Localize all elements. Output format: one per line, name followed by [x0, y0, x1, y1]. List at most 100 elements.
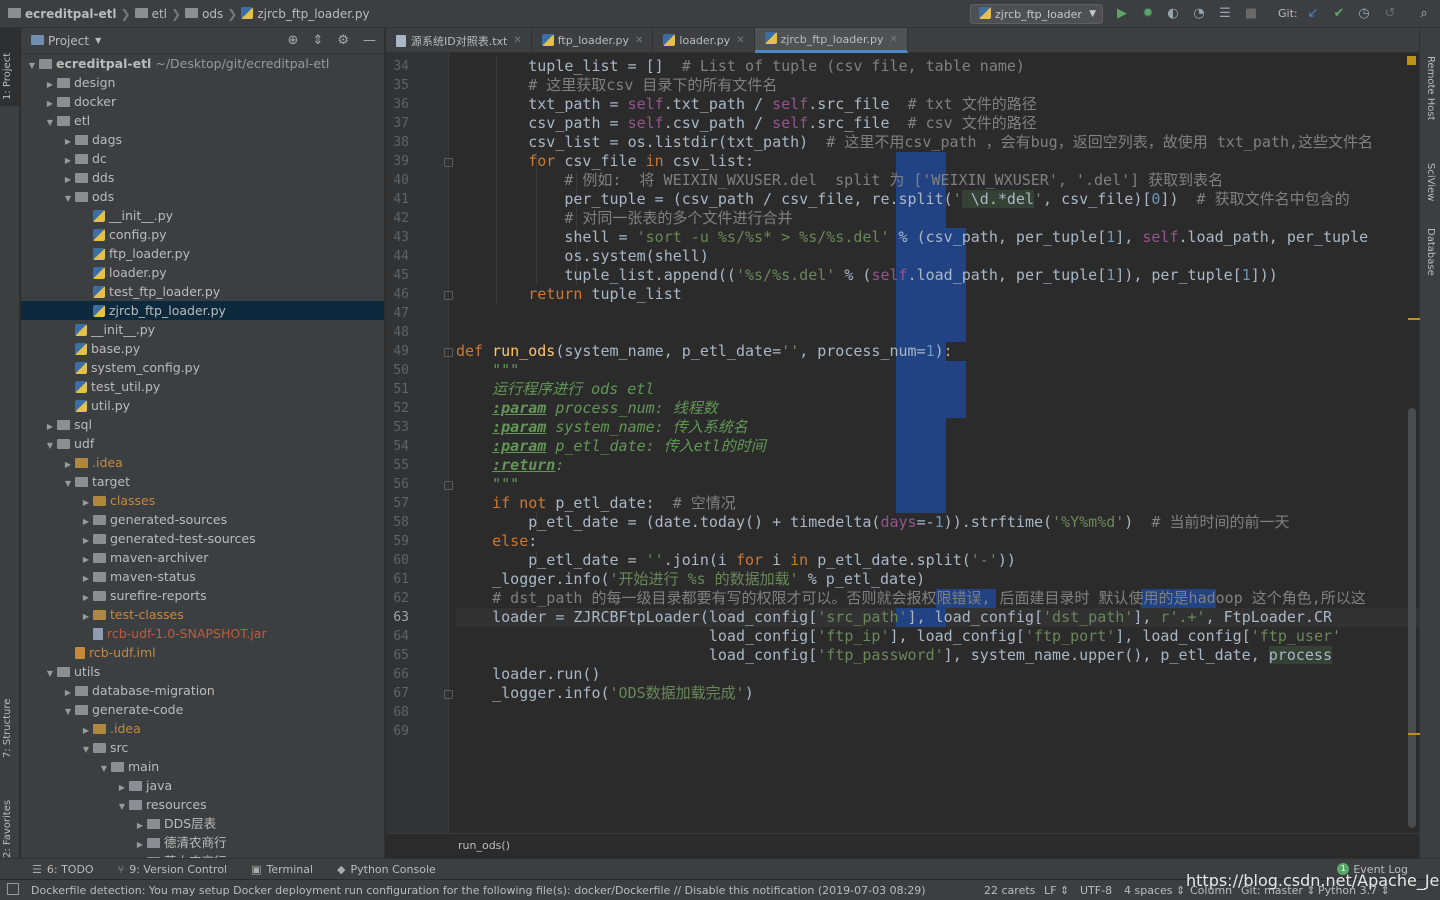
- tree-file[interactable]: rcb-udf-1.0-SNAPSHOT.jar: [21, 624, 384, 643]
- chevron-down-icon[interactable]: ▼: [95, 36, 101, 45]
- close-icon[interactable]: ✕: [635, 35, 643, 46]
- tree-folder[interactable]: ▶ dc: [21, 149, 384, 168]
- tool-tab-remote-host[interactable]: Remote Host: [1425, 56, 1436, 121]
- editor-tab[interactable]: ftp_loader.py ✕: [532, 28, 654, 53]
- concurrency-icon[interactable]: ☰: [1217, 6, 1233, 22]
- debug-icon[interactable]: ✹: [1140, 6, 1156, 22]
- hide-icon[interactable]: —: [363, 33, 376, 48]
- warning-marker[interactable]: [1408, 733, 1420, 735]
- fold-marker-icon[interactable]: [444, 291, 453, 300]
- locate-icon[interactable]: ⊕: [288, 33, 299, 48]
- stop-icon[interactable]: ■: [1243, 6, 1259, 22]
- bottom-tool-button[interactable]: ◆ Python Console: [337, 863, 436, 876]
- status-message[interactable]: Dockerfile detection: You may setup Dock…: [31, 884, 926, 897]
- tree-file[interactable]: loader.py: [21, 263, 384, 282]
- tree-folder[interactable]: ▼ src: [21, 738, 384, 757]
- fold-marker-icon[interactable]: [444, 348, 453, 357]
- close-icon[interactable]: ✕: [513, 35, 521, 46]
- file-encoding[interactable]: UTF-8: [1080, 884, 1112, 897]
- tree-file[interactable]: base.py: [21, 339, 384, 358]
- tree-folder[interactable]: ▼ generate-code: [21, 700, 384, 719]
- tree-folder[interactable]: ▶ test-classes: [21, 605, 384, 624]
- tool-tab-favorites[interactable]: 2: Favorites: [2, 800, 13, 858]
- tree-folder[interactable]: ▶ docker: [21, 92, 384, 111]
- tree-file[interactable]: rcb-udf.iml: [21, 643, 384, 662]
- vertical-scrollbar[interactable]: [1408, 408, 1416, 828]
- tree-folder[interactable]: ▶ maven-archiver: [21, 548, 384, 567]
- tree-file[interactable]: __init__.py: [21, 206, 384, 225]
- run-icon[interactable]: ▶: [1114, 6, 1130, 22]
- warning-marker[interactable]: [1408, 318, 1420, 320]
- collapse-all-icon[interactable]: ⇕: [312, 33, 323, 48]
- tool-tab-structure[interactable]: 7: Structure: [2, 699, 13, 758]
- tree-file[interactable]: system_config.py: [21, 358, 384, 377]
- tree-folder[interactable]: ▼ udf: [21, 434, 384, 453]
- editor-breadcrumb[interactable]: run_ods(): [386, 833, 1419, 858]
- breadcrumb-project[interactable]: ecreditpal-etl: [25, 7, 117, 21]
- git-history-icon[interactable]: ◷: [1356, 6, 1372, 22]
- tree-folder[interactable]: ▶ database-migration: [21, 681, 384, 700]
- search-icon[interactable]: ⌕: [1416, 6, 1432, 22]
- tree-file[interactable]: test_util.py: [21, 377, 384, 396]
- indent-setting[interactable]: 4 spaces ⇕: [1124, 884, 1185, 897]
- code-view[interactable]: tuple_list = [] # List of tuple (csv fil…: [456, 53, 1419, 833]
- tree-folder[interactable]: ▶ sql: [21, 415, 384, 434]
- tool-tab-database[interactable]: Database: [1425, 228, 1436, 276]
- tree-folder[interactable]: ▶ java: [21, 776, 384, 795]
- inspection-status-icon[interactable]: [1407, 56, 1416, 65]
- profile-icon[interactable]: ◔: [1191, 6, 1207, 22]
- tree-folder[interactable]: ▼ target: [21, 472, 384, 491]
- git-rollback-icon[interactable]: ↺: [1382, 6, 1398, 22]
- tool-tab-sciview[interactable]: SciView: [1425, 163, 1436, 201]
- code-token: run_ods: [492, 342, 556, 360]
- tree-folder[interactable]: ▶ maven-status: [21, 567, 384, 586]
- tree-folder[interactable]: ▶ classes: [21, 491, 384, 510]
- tree-folder[interactable]: ▼ utils: [21, 662, 384, 681]
- tree-folder[interactable]: ▶ generated-sources: [21, 510, 384, 529]
- breadcrumb-file[interactable]: zjrcb_ftp_loader.py: [257, 7, 369, 21]
- tree-file[interactable]: util.py: [21, 396, 384, 415]
- tree-folder[interactable]: ▶ .idea: [21, 719, 384, 738]
- close-icon[interactable]: ✕: [889, 34, 897, 45]
- tree-folder[interactable]: ▼ ods: [21, 187, 384, 206]
- tree-folder[interactable]: ▼ ecreditpal-etl ~/Desktop/git/ecreditpal-…: [21, 54, 384, 73]
- tree-folder[interactable]: ▶ generated-test-sources: [21, 529, 384, 548]
- tree-file[interactable]: zjrcb_ftp_loader.py: [21, 301, 384, 320]
- tree-file[interactable]: __init__.py: [21, 320, 384, 339]
- line-number: 40: [393, 173, 409, 188]
- tree-folder[interactable]: ▼ etl: [21, 111, 384, 130]
- tree-folder[interactable]: ▶ DDS层表: [21, 814, 384, 833]
- editor-tab[interactable]: zjrcb_ftp_loader.py ✕: [754, 28, 908, 53]
- bottom-tool-button[interactable]: ☰ 6: TODO: [32, 863, 94, 876]
- tree-file[interactable]: ftp_loader.py: [21, 244, 384, 263]
- coverage-icon[interactable]: ◐: [1165, 6, 1181, 22]
- tree-folder[interactable]: ▶ design: [21, 73, 384, 92]
- project-panel-title[interactable]: Project: [48, 34, 89, 48]
- gear-icon[interactable]: ⚙: [337, 33, 349, 48]
- fold-marker-icon[interactable]: [444, 481, 453, 490]
- git-commit-icon[interactable]: ✔: [1331, 6, 1347, 22]
- tool-tab-project[interactable]: 1: Project: [2, 53, 13, 100]
- fold-marker-icon[interactable]: [444, 158, 453, 167]
- editor-tab[interactable]: 源系统ID对照表.txt ✕: [386, 28, 532, 53]
- editor-tab[interactable]: loader.py ✕: [653, 28, 755, 53]
- bottom-tool-button[interactable]: ⑂ 9: Version Control: [118, 863, 228, 876]
- git-update-icon[interactable]: ↙: [1305, 6, 1321, 22]
- tree-folder[interactable]: ▶ dds: [21, 168, 384, 187]
- tree-folder[interactable]: ▶ dags: [21, 130, 384, 149]
- toggle-tool-windows-icon[interactable]: [7, 883, 19, 895]
- tree-file[interactable]: test_ftp_loader.py: [21, 282, 384, 301]
- run-configuration-select[interactable]: zjrcb_ftp_loader ▼: [970, 4, 1103, 24]
- breadcrumb-etl[interactable]: etl: [152, 7, 167, 21]
- breadcrumb-ods[interactable]: ods: [202, 7, 223, 21]
- tree-folder[interactable]: ▼ resources: [21, 795, 384, 814]
- tree-folder[interactable]: ▶ .idea: [21, 453, 384, 472]
- tree-folder[interactable]: ▼ main: [21, 757, 384, 776]
- line-separator[interactable]: LF ⇕: [1044, 884, 1069, 897]
- fold-marker-icon[interactable]: [444, 690, 453, 699]
- tree-file[interactable]: config.py: [21, 225, 384, 244]
- bottom-tool-button[interactable]: ▣ Terminal: [251, 863, 313, 876]
- close-icon[interactable]: ✕: [736, 35, 744, 46]
- tree-folder[interactable]: ▶ surefire-reports: [21, 586, 384, 605]
- tree-folder[interactable]: ▶ 德清农商行: [21, 833, 384, 852]
